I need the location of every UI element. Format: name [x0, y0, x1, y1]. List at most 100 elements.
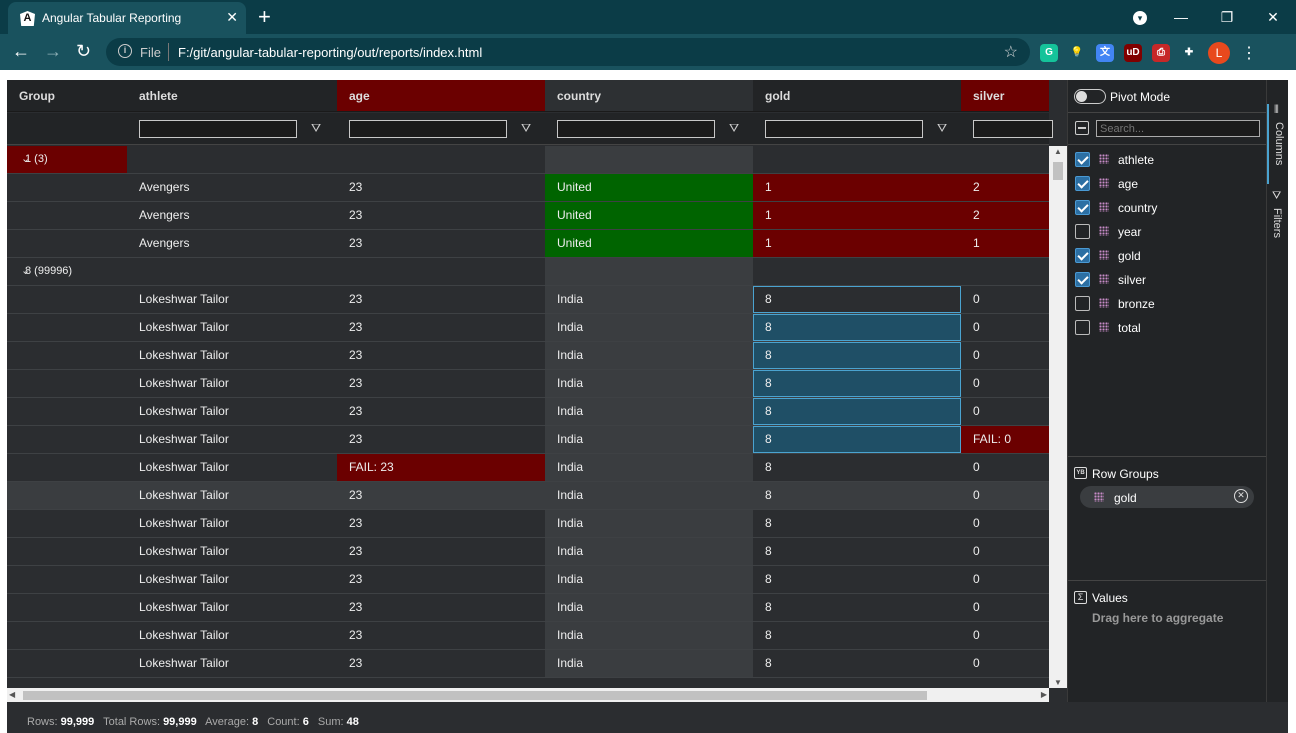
filter-input-gold[interactable] — [765, 120, 923, 138]
cell-country[interactable]: India — [545, 398, 753, 425]
cell-gold[interactable]: 8 — [753, 650, 961, 677]
cell-age[interactable]: 23 — [337, 622, 545, 649]
checkbox-checked[interactable] — [1075, 248, 1090, 263]
column-header-group[interactable]: Group — [7, 80, 127, 112]
cell-athlete[interactable]: Lokeshwar Tailor — [127, 454, 337, 481]
tab-filters[interactable]: ⛛ Filters — [1267, 190, 1289, 250]
table-row[interactable]: Lokeshwar Tailor 23 India 8 0 — [7, 370, 1049, 398]
address-bar[interactable]: i File F:/git/angular-tabular-reporting/… — [106, 38, 1030, 66]
filter-icon[interactable]: ⛛ — [311, 121, 321, 136]
cell-silver[interactable]: 0 — [961, 538, 1049, 565]
cell-country[interactable]: India — [545, 342, 753, 369]
checkbox-unchecked[interactable] — [1075, 224, 1090, 239]
menu-dots-icon[interactable]: ⋮ — [1240, 43, 1258, 63]
pivot-mode-toggle[interactable] — [1074, 89, 1106, 104]
checkbox-unchecked[interactable] — [1075, 296, 1090, 311]
table-row[interactable]: Avengers 23 United 1 2 — [7, 174, 1049, 202]
table-row[interactable]: Lokeshwar Tailor 23 India 8 0 — [7, 398, 1049, 426]
translate-icon[interactable]: 文 — [1096, 44, 1114, 62]
cell-country[interactable]: India — [545, 370, 753, 397]
cell-athlete[interactable]: Lokeshwar Tailor — [127, 538, 337, 565]
cell-age[interactable]: 23 — [337, 426, 545, 453]
filter-input-athlete[interactable] — [139, 120, 297, 138]
cell-country[interactable]: India — [545, 482, 753, 509]
scroll-right-icon[interactable]: ▶ — [1041, 690, 1047, 699]
close-window-button[interactable]: ✕ — [1250, 9, 1296, 26]
cell-country[interactable]: India — [545, 286, 753, 313]
drag-handle-icon[interactable] — [1099, 250, 1109, 260]
cell-country[interactable]: India — [545, 314, 753, 341]
url-text[interactable]: F:/git/angular-tabular-reporting/out/rep… — [178, 45, 482, 60]
cell-silver[interactable]: 0 — [961, 398, 1049, 425]
browser-tab[interactable]: A Angular Tabular Reporting ✕ — [8, 2, 246, 34]
cell-gold[interactable]: 8 — [753, 566, 961, 593]
column-item-age[interactable]: age — [1068, 172, 1267, 196]
cell-silver[interactable]: 0 — [961, 342, 1049, 369]
cell-athlete[interactable]: Lokeshwar Tailor — [127, 510, 337, 537]
printer-icon[interactable]: ⎙ — [1152, 44, 1170, 62]
drag-handle-icon[interactable] — [1099, 274, 1109, 284]
row-group-pill[interactable]: gold ✕ — [1080, 486, 1254, 508]
column-header-athlete[interactable]: athlete — [127, 80, 337, 112]
values-drop-hint[interactable]: Drag here to aggregate — [1092, 611, 1223, 625]
cell-athlete[interactable]: Lokeshwar Tailor — [127, 398, 337, 425]
cell-country[interactable]: United — [545, 174, 753, 201]
table-row[interactable]: Lokeshwar Tailor 23 India 8 0 — [7, 342, 1049, 370]
scroll-up-icon[interactable]: ▲ — [1054, 147, 1062, 156]
lightbulb-icon[interactable]: 💡 — [1068, 44, 1086, 62]
cell-age[interactable]: 23 — [337, 314, 545, 341]
column-item-total[interactable]: total — [1068, 316, 1267, 340]
group-cell[interactable]: ⌄8 (99996) — [7, 258, 127, 285]
cell-athlete[interactable]: Lokeshwar Tailor — [127, 594, 337, 621]
cell-gold[interactable]: 1 — [753, 174, 961, 201]
cell-age[interactable]: 23 — [337, 510, 545, 537]
ublock-icon[interactable]: uD — [1124, 44, 1142, 62]
table-row[interactable]: Lokeshwar Tailor 23 India 8 0 — [7, 650, 1049, 678]
table-row[interactable]: Lokeshwar Tailor 23 India 8 0 — [7, 566, 1049, 594]
cell-gold[interactable]: 8 — [753, 370, 961, 397]
back-button[interactable]: ← — [12, 42, 30, 60]
tab-close-icon[interactable]: ✕ — [226, 9, 238, 26]
drag-handle-icon[interactable] — [1099, 154, 1109, 164]
cell-age[interactable]: 23 — [337, 538, 545, 565]
table-row[interactable]: Lokeshwar Tailor 23 India 8 0 — [7, 622, 1049, 650]
table-row[interactable]: Lokeshwar Tailor 23 India 8 0 — [7, 314, 1049, 342]
cell-age[interactable]: 23 — [337, 594, 545, 621]
column-header-country[interactable]: country — [545, 80, 753, 112]
filter-input-age[interactable] — [349, 120, 507, 138]
tab-columns[interactable]: ⦀ Columns — [1267, 104, 1289, 184]
cell-athlete[interactable]: Lokeshwar Tailor — [127, 482, 337, 509]
select-all-columns-checkbox[interactable] — [1075, 121, 1089, 135]
cell-age[interactable]: 23 — [337, 482, 545, 509]
column-header-age[interactable]: age — [337, 80, 545, 112]
cell-silver[interactable]: 0 — [961, 594, 1049, 621]
column-search-input[interactable] — [1096, 120, 1260, 137]
cell-gold[interactable]: 8 — [753, 286, 961, 313]
cell-athlete[interactable]: Avengers — [127, 174, 337, 201]
filter-input-silver[interactable] — [973, 120, 1053, 138]
minimize-button[interactable]: — — [1158, 9, 1204, 25]
column-item-silver[interactable]: silver — [1068, 268, 1267, 292]
cell-silver[interactable]: 0 — [961, 370, 1049, 397]
cell-gold[interactable]: 8 — [753, 398, 961, 425]
cell-gold[interactable]: 8 — [753, 314, 961, 341]
cell-silver[interactable]: 0 — [961, 650, 1049, 677]
profile-avatar[interactable]: L — [1208, 42, 1230, 64]
table-row[interactable]: Lokeshwar Tailor 23 India 8 0 — [7, 594, 1049, 622]
cell-gold[interactable]: 8 — [753, 538, 961, 565]
chevron-down-icon[interactable]: ⌄ — [7, 146, 30, 173]
cell-gold[interactable]: 8 — [753, 510, 961, 537]
cell-country[interactable]: India — [545, 454, 753, 481]
cell-gold[interactable]: 8 — [753, 622, 961, 649]
cell-athlete[interactable]: Lokeshwar Tailor — [127, 286, 337, 313]
horizontal-scroll-thumb[interactable] — [23, 691, 927, 700]
column-header-gold[interactable]: gold — [753, 80, 961, 112]
cell-silver[interactable]: 0 — [961, 566, 1049, 593]
cell-country[interactable]: India — [545, 650, 753, 677]
filter-icon[interactable]: ⛛ — [937, 121, 947, 136]
tab-search-button[interactable]: ▾ — [1122, 10, 1158, 25]
cell-silver[interactable]: 0 — [961, 286, 1049, 313]
chevron-down-icon[interactable]: ⌄ — [7, 258, 30, 285]
filter-input-country[interactable] — [557, 120, 715, 138]
vertical-scroll-thumb[interactable] — [1053, 162, 1063, 180]
